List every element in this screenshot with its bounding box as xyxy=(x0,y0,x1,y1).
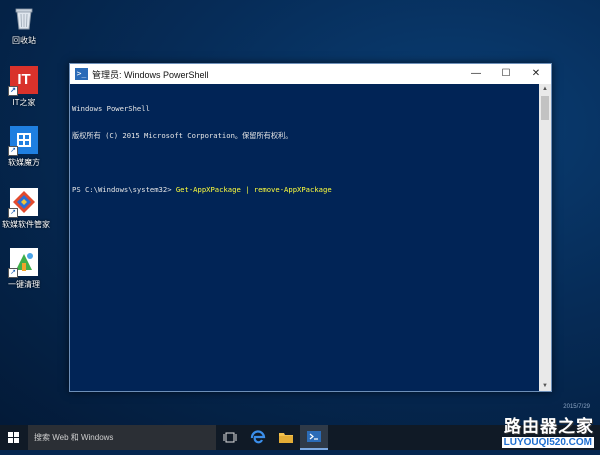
taskbar: 搜索 Web 和 Windows 2015/7/29 路由器之家 LUYOUQI… xyxy=(0,404,600,450)
vertical-scrollbar[interactable]: ▲ ▼ xyxy=(539,84,551,391)
desktop-icon-one-click-clean[interactable]: ↗ 一键清理 xyxy=(2,248,46,290)
edge-browser-button[interactable] xyxy=(244,425,272,450)
one-click-clean-icon: ↗ xyxy=(8,248,38,278)
shortcut-arrow-icon: ↗ xyxy=(8,268,18,278)
console-command: Get-AppXPackage | remove-AppXPackage xyxy=(175,185,332,194)
desktop-icon-label: IT之家 xyxy=(12,98,36,107)
console-prompt: PS C:\Windows\system32> xyxy=(72,185,176,194)
watermark-date: 2015/7/29 xyxy=(563,404,590,410)
powershell-window[interactable]: >_ 管理员: Windows PowerShell — ☐ ✕ Windows… xyxy=(69,63,552,392)
recycle-bin-icon xyxy=(10,4,38,32)
watermark-title: 路由器之家 xyxy=(504,417,594,436)
desktop-icon-label: 软媒软件管家 xyxy=(2,220,50,229)
scroll-down-icon[interactable]: ▼ xyxy=(539,381,551,391)
ruanmei-mofang-icon: ↗ xyxy=(8,126,38,156)
console-output[interactable]: Windows PowerShell 版权所有 (C) 2015 Microso… xyxy=(70,84,539,391)
start-button[interactable] xyxy=(0,425,28,450)
desktop-icon-software-manager[interactable]: ↗ 软媒软件管家 xyxy=(2,188,50,230)
windows-logo-icon xyxy=(8,432,19,443)
folder-icon xyxy=(279,433,293,443)
task-view-button[interactable] xyxy=(216,425,244,450)
watermark-url: LUYOUQI520.COM xyxy=(501,437,594,448)
shortcut-arrow-icon: ↗ xyxy=(8,208,18,218)
powershell-icon: >_ xyxy=(75,68,88,80)
desktop-icon-label: 一键清理 xyxy=(8,280,40,289)
console-line: Windows PowerShell xyxy=(72,104,150,113)
powershell-taskbar-button[interactable] xyxy=(300,425,328,450)
software-manager-icon: ↗ xyxy=(8,188,38,218)
minimize-button[interactable]: — xyxy=(461,64,491,84)
window-titlebar[interactable]: >_ 管理员: Windows PowerShell — ☐ ✕ xyxy=(70,64,551,84)
file-explorer-button[interactable] xyxy=(272,425,300,450)
shortcut-arrow-icon: ↗ xyxy=(8,86,18,96)
console-line: 版权所有 (C) 2015 Microsoft Corporation。保留所有… xyxy=(72,131,293,140)
maximize-button[interactable]: ☐ xyxy=(491,64,521,84)
desktop-icon-ithome[interactable]: IT ↗ IT之家 xyxy=(2,66,46,108)
search-input[interactable]: 搜索 Web 和 Windows xyxy=(28,425,216,450)
powershell-icon xyxy=(307,431,321,442)
scrollbar-thumb[interactable] xyxy=(541,96,549,120)
task-view-icon xyxy=(223,432,237,443)
window-title: 管理员: Windows PowerShell xyxy=(92,70,209,80)
ithome-logo-text: IT xyxy=(17,71,31,88)
desktop-icon-ruanmei-mofang[interactable]: ↗ 软媒魔方 xyxy=(2,126,46,168)
edge-icon xyxy=(250,430,266,444)
console-prompt-line: PS C:\Windows\system32> Get-AppXPackage … xyxy=(72,185,539,194)
desktop-icon-label: 软媒魔方 xyxy=(8,158,40,167)
desktop: 回收站 IT ↗ IT之家 ↗ 软媒魔方 ↗ 软媒软件管家 ↗ 一键清理 >_ … xyxy=(0,0,600,425)
scroll-up-icon[interactable]: ▲ xyxy=(539,84,551,94)
desktop-icon-label: 回收站 xyxy=(12,36,36,45)
shortcut-arrow-icon: ↗ xyxy=(8,146,18,156)
desktop-icon-recycle-bin[interactable]: 回收站 xyxy=(2,4,46,46)
ithome-icon: IT ↗ xyxy=(8,66,38,96)
watermark: 2015/7/29 路由器之家 LUYOUQI520.COM xyxy=(501,404,594,448)
close-button[interactable]: ✕ xyxy=(521,64,551,84)
